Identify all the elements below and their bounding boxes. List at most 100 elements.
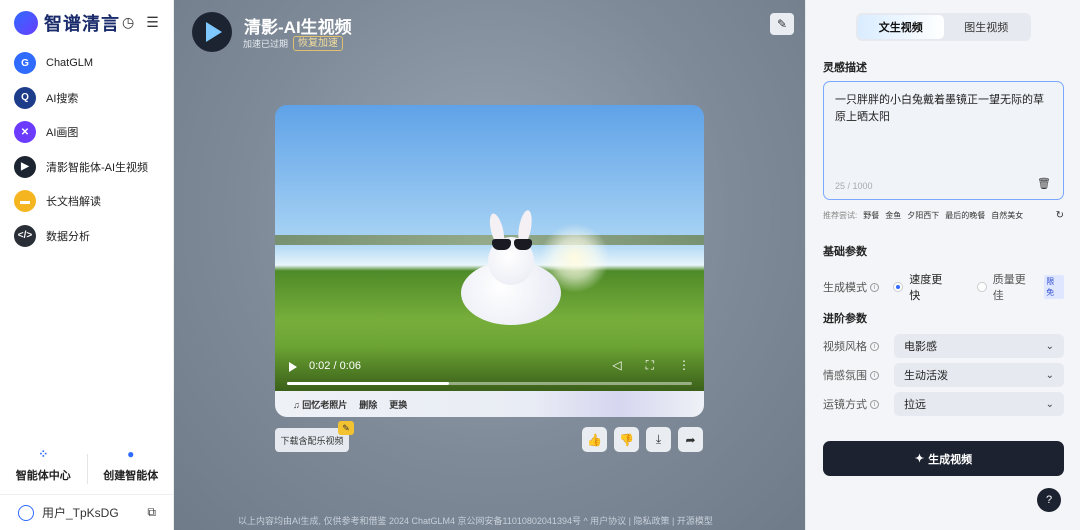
mood-select[interactable]: 生动活泼 ⌄ — [894, 363, 1064, 387]
logo[interactable]: 智谱清言 — [14, 10, 120, 36]
document-icon: ▬ — [14, 190, 36, 213]
generate-video-button[interactable]: ✦ 生成视频 — [823, 441, 1064, 476]
settings-panel: 文生视频 图生视频 灵感描述 一只胖胖的小白兔戴着墨镜正一望无际的草原上晒太阳 … — [805, 0, 1080, 530]
collapse-sidebar-icon[interactable]: ☰ — [146, 14, 159, 31]
prompt-input[interactable]: 一只胖胖的小白兔戴着墨镜正一望无际的草原上晒太阳 25 / 1000 🗑 — [823, 81, 1064, 200]
generate-video-label: 生成视频 — [928, 453, 973, 466]
prompt-count: 25 / 1000 — [835, 181, 873, 191]
chatglm-icon: G — [14, 52, 36, 75]
treeline — [275, 235, 704, 245]
gen-mode-label-wrap: 生成模式 i — [823, 279, 893, 295]
mood-value: 生动活泼 — [904, 370, 948, 382]
switch-device-icon[interactable]: ⧉ — [147, 505, 156, 520]
recommendation-chip[interactable]: 金鱼 — [885, 210, 901, 221]
acceleration-status: 加速已过期 恢复加速 — [243, 36, 344, 51]
delete-button[interactable]: 删除 — [359, 398, 377, 411]
camera-move-label: 运镜方式 — [823, 399, 867, 411]
video-time: 0:02 / 0:06 — [309, 360, 361, 372]
memory-photo-button[interactable]: ♫ 回忆老照片 — [293, 398, 347, 411]
main-area: 清影-AI生视频 加速已过期 恢复加速 ✎ 0:02 / 0:06 ◁ ⛶ ⋮ … — [174, 0, 805, 530]
gen-mode-label: 生成模式 — [823, 282, 867, 294]
agent-row: ⁘ 智能体中心 ● 创建智能体 — [0, 446, 174, 484]
share-icon[interactable]: ➦ — [678, 427, 703, 452]
code-icon: </> — [14, 224, 36, 247]
refresh-icon[interactable]: ↻ — [1056, 210, 1064, 221]
recommendation-chip[interactable]: 最后的晚餐 — [945, 210, 985, 221]
help-icon[interactable]: ? — [1037, 488, 1061, 512]
info-icon[interactable]: i — [870, 341, 879, 351]
limited-free-badge: 限免 — [1044, 275, 1065, 299]
chevron-down-icon: ⌄ — [1045, 398, 1054, 410]
tab-text-to-video[interactable]: 文生视频 — [858, 15, 944, 39]
grid-icon: ⁘ — [38, 447, 49, 461]
mode-quality-label: 质量更佳 — [992, 274, 1026, 302]
new-creation-icon[interactable]: ✎ — [770, 13, 794, 35]
recommendation-chip[interactable]: 自然美女 — [991, 210, 1023, 221]
sidebar-item[interactable]: Q AI搜索 — [14, 81, 164, 116]
sidebar-item[interactable]: ▬ 长文档解读 — [14, 184, 164, 219]
camera-move-label-wrap: 运镜方式 i — [823, 396, 894, 412]
volume-icon[interactable]: ◁ — [612, 358, 621, 373]
user-name: 用户_TpKsDG — [42, 506, 119, 520]
sidebar-item-label: 清影智能体-AI生视频 — [46, 161, 149, 174]
acceleration-expired-text: 加速已过期 — [243, 39, 289, 49]
recommendation-row: 推荐尝试: 野餐 金鱼 夕阳西下 最后的晚餐 自然美女 ↻ — [823, 210, 1064, 221]
sidebar-item-label: ChatGLM — [46, 57, 94, 70]
chevron-down-icon: ⌄ — [1045, 369, 1054, 381]
replace-button[interactable]: 更换 — [389, 398, 407, 411]
video-controls: 0:02 / 0:06 ◁ ⛶ ⋮ — [275, 346, 704, 391]
chevron-down-icon: ⌄ — [1045, 340, 1054, 352]
mode-tabs: 文生视频 图生视频 — [856, 13, 1031, 41]
sidebar-item[interactable]: </> 数据分析 — [14, 219, 164, 254]
create-agent-label: 创建智能体 — [103, 470, 159, 482]
info-icon[interactable]: i — [870, 399, 879, 409]
video-style-row: 视频风格 i 电影感 ⌄ — [823, 334, 1064, 358]
video-progress-fill — [287, 382, 449, 385]
inspiration-heading: 灵感描述 — [823, 62, 867, 74]
video-style-label-wrap: 视频风格 i — [823, 338, 894, 354]
download-icon[interactable]: ⤓ — [646, 427, 671, 452]
radio-unselected-icon — [976, 282, 987, 292]
recommendation-chip[interactable]: 夕阳西下 — [907, 210, 939, 221]
play-icon[interactable] — [289, 362, 297, 372]
sidebar-item[interactable]: G ChatGLM — [14, 46, 164, 81]
create-agent-button[interactable]: ● 创建智能体 — [88, 446, 175, 484]
mode-fast-radio[interactable]: 速度更快 — [893, 271, 952, 303]
logo-text: 智谱清言 — [44, 14, 120, 34]
video-style-select[interactable]: 电影感 ⌄ — [894, 334, 1064, 358]
info-icon[interactable]: i — [870, 370, 879, 380]
sunglasses — [492, 239, 532, 250]
user-row[interactable]: 用户_TpKsDG ⧉ — [0, 494, 174, 530]
thumbs-down-icon[interactable]: 👎 — [614, 427, 639, 452]
trash-icon[interactable]: 🗑 — [1037, 177, 1051, 190]
agent-center-button[interactable]: ⁘ 智能体中心 — [0, 446, 87, 484]
sidebar: 智谱清言 ◷ ☰ G ChatGLM Q AI搜索 ✕ AI画图 ▶ 清影智能体-AI生视频 ▬… — [0, 0, 174, 530]
ai-draw-icon: ✕ — [14, 121, 36, 144]
mode-fast-label: 速度更快 — [909, 274, 943, 302]
video-progress-bar[interactable] — [287, 382, 692, 385]
more-icon[interactable]: ⋮ — [678, 358, 690, 373]
recommendation-chip[interactable]: 野餐 — [863, 210, 879, 221]
ai-search-icon: Q — [14, 86, 36, 109]
sparkle-icon: ✦ — [914, 453, 925, 465]
video-action-bar: ♫ 回忆老照片 删除 更换 — [275, 391, 704, 417]
camera-move-select[interactable]: 拉远 ⌄ — [894, 392, 1064, 416]
history-icon[interactable]: ◷ — [122, 14, 134, 31]
info-icon[interactable]: i — [870, 282, 879, 292]
video-player[interactable]: 0:02 / 0:06 ◁ ⛶ ⋮ — [275, 105, 704, 391]
edit-badge-icon: ✎ — [338, 421, 354, 435]
sidebar-item[interactable]: ▶ 清影智能体-AI生视频 — [14, 150, 164, 185]
footer-text: 以上内容均由AI生成, 仅供参考和借鉴 2024 ChatGLM4 京公网安备1… — [238, 516, 713, 526]
qingying-icon: ▶ — [14, 155, 36, 178]
tab-image-to-video[interactable]: 图生视频 — [944, 15, 1030, 39]
sidebar-item[interactable]: ✕ AI画图 — [14, 115, 164, 150]
restore-acceleration-button[interactable]: 恢复加速 — [293, 36, 344, 51]
fullscreen-icon[interactable]: ⛶ — [646, 358, 654, 373]
radio-selected-icon — [893, 282, 904, 292]
qingying-app-icon — [192, 12, 232, 52]
mode-quality-radio[interactable]: 质量更佳 限免 — [976, 271, 1065, 303]
video-actions: 👍 👎 ⤓ ➦ — [582, 427, 703, 452]
agent-center-label: 智能体中心 — [15, 470, 71, 482]
page-title: 清影-AI生视频 — [244, 18, 352, 37]
thumbs-up-icon[interactable]: 👍 — [582, 427, 607, 452]
